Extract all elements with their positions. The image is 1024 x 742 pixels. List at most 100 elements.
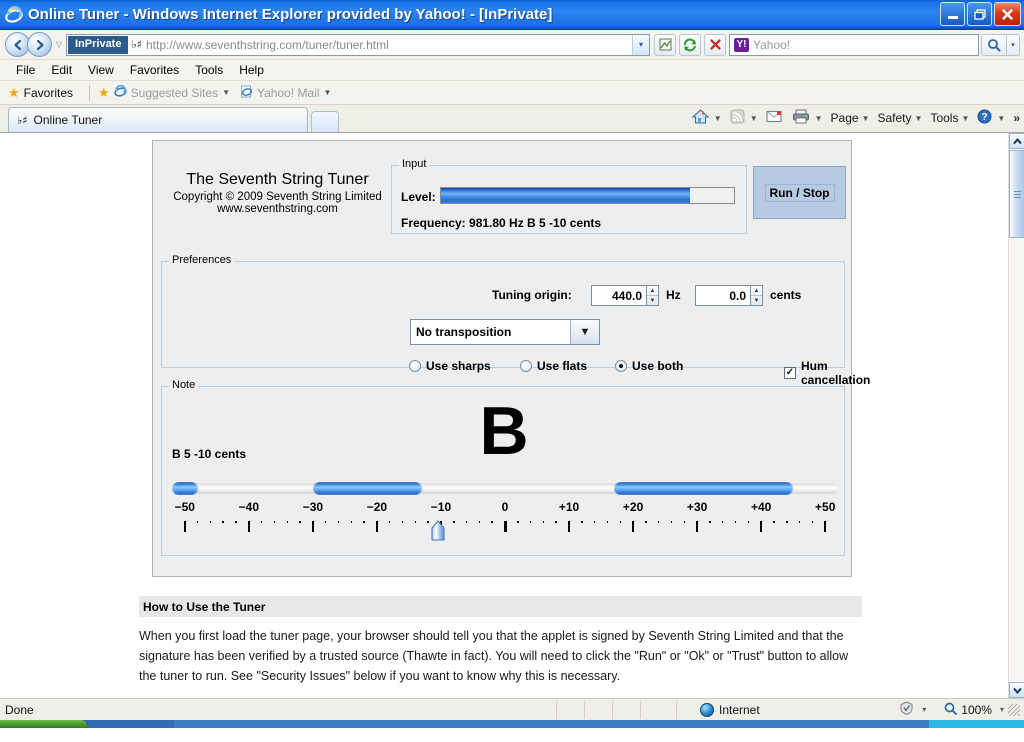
globe-icon xyxy=(700,702,714,717)
tuning-origin-hz-value[interactable]: 440.0 xyxy=(591,285,646,306)
refresh-icon[interactable] xyxy=(679,33,701,56)
page-menu-button[interactable]: Page ▼ xyxy=(828,109,873,127)
chevron-down-icon[interactable]: ▼ xyxy=(862,114,870,123)
start-button[interactable] xyxy=(0,720,88,728)
system-tray[interactable] xyxy=(929,720,1024,728)
search-input[interactable]: Y! Yahoo! xyxy=(729,33,979,56)
feeds-button[interactable]: ▼ xyxy=(727,107,761,129)
taskbar-button[interactable] xyxy=(424,720,674,728)
favorites-item-label: Suggested Sites xyxy=(130,85,219,100)
menu-item-tools[interactable]: Tools xyxy=(187,61,231,79)
protected-mode-icon[interactable] xyxy=(899,701,914,718)
read-mail-button[interactable] xyxy=(763,108,787,128)
recent-pages-dropdown-icon[interactable]: ▽ xyxy=(52,40,66,49)
chevron-down-icon[interactable]: ▼ xyxy=(961,114,969,123)
chevron-down-icon[interactable]: ▼ xyxy=(222,88,230,97)
scrollbar-thumb[interactable] xyxy=(1009,150,1024,238)
zoom-icon[interactable] xyxy=(944,702,958,718)
menu-item-help[interactable]: Help xyxy=(231,61,272,79)
favorites-star-icon[interactable]: ★ xyxy=(8,85,20,101)
cents-minor-tick xyxy=(453,521,455,523)
compatibility-view-icon[interactable] xyxy=(654,33,676,56)
radio-button-icon[interactable] xyxy=(520,360,532,372)
cents-major-tick xyxy=(632,521,634,532)
inprivate-badge: InPrivate xyxy=(68,35,129,54)
resize-grip-icon[interactable] xyxy=(1008,703,1020,716)
favorites-item-suggested-sites[interactable]: Suggested Sites ▼ xyxy=(114,84,230,101)
menu-item-file[interactable]: File xyxy=(8,61,43,79)
print-button[interactable]: ▼ xyxy=(789,107,826,129)
tab-online-tuner[interactable]: ♭♯ Online Tuner xyxy=(8,107,308,132)
scroll-up-button[interactable] xyxy=(1009,133,1024,149)
checkbox-hum-cancellation[interactable]: ✓ Hum cancellation xyxy=(784,359,870,387)
security-zone-indicator[interactable]: Internet xyxy=(700,702,760,717)
safety-menu-button[interactable]: Safety ▼ xyxy=(875,109,926,127)
zoom-level-label[interactable]: 100% xyxy=(961,703,992,717)
url-bar[interactable]: InPrivate ♭♯ http://www.seventhstring.co… xyxy=(66,33,650,56)
command-bar-overflow-icon[interactable]: » xyxy=(1013,111,1020,125)
cents-tick-label: −20 xyxy=(366,500,388,514)
cents-major-tick xyxy=(312,521,314,532)
tools-menu-button[interactable]: Tools ▼ xyxy=(927,109,972,127)
radio-button-selected-icon[interactable] xyxy=(615,360,627,372)
taskbar-button[interactable] xyxy=(674,720,929,728)
chevron-down-icon[interactable]: ▼ xyxy=(750,114,758,123)
radio-button-icon[interactable] xyxy=(409,360,421,372)
chevron-down-icon[interactable]: ▼ xyxy=(571,320,599,344)
transposition-select[interactable]: No transposition ▼ xyxy=(410,319,600,345)
cents-minor-tick xyxy=(209,521,212,523)
vertical-scrollbar[interactable] xyxy=(1008,133,1024,698)
hz-spinner-down-icon[interactable]: ▼ xyxy=(647,296,658,305)
menu-item-edit[interactable]: Edit xyxy=(43,61,80,79)
radio-use-flats[interactable]: Use flats xyxy=(520,359,587,373)
cents-tick-label: 0 xyxy=(501,500,509,514)
cents-major-tick xyxy=(760,521,762,532)
favorites-separator xyxy=(89,84,91,101)
radio-use-both[interactable]: Use both xyxy=(615,359,683,373)
page-menu-label: Page xyxy=(830,111,859,125)
tuning-origin-cents-stepper[interactable]: 0.0 ▲ ▼ xyxy=(695,285,763,306)
home-button[interactable]: ▼ xyxy=(689,107,725,129)
favorites-item-yahoo-mail[interactable]: Yahoo! Mail ▼ xyxy=(240,85,331,101)
checkbox-checked-icon[interactable]: ✓ xyxy=(784,367,796,379)
chevron-down-icon[interactable]: ▼ xyxy=(323,88,331,97)
forward-button[interactable] xyxy=(27,32,52,57)
tuning-origin-cents-value[interactable]: 0.0 xyxy=(695,285,750,306)
menu-bar: File Edit View Favorites Tools Help xyxy=(0,60,1024,81)
cents-spinner-buttons[interactable]: ▲ ▼ xyxy=(750,285,763,306)
favorites-label[interactable]: Favorites xyxy=(24,86,73,100)
chevron-down-icon[interactable]: ▼ xyxy=(915,114,923,123)
taskbar-button[interactable] xyxy=(88,720,174,728)
tuning-origin-hz-stepper[interactable]: 440.0 ▲ ▼ xyxy=(591,285,659,306)
status-separator xyxy=(676,701,677,719)
scroll-down-button[interactable] xyxy=(1009,682,1024,698)
minimize-button[interactable] xyxy=(940,2,965,26)
chevron-down-icon[interactable]: ▾ xyxy=(922,705,926,714)
hz-spinner-buttons[interactable]: ▲ ▼ xyxy=(646,285,659,306)
close-button[interactable] xyxy=(994,2,1021,26)
run-stop-button[interactable]: Run / Stop xyxy=(753,166,846,219)
chevron-down-icon[interactable]: ▾ xyxy=(1000,705,1004,714)
cents-spinner-up-icon[interactable]: ▲ xyxy=(751,286,762,296)
new-tab-button[interactable] xyxy=(311,111,339,132)
help-menu-button[interactable]: ? ▼ xyxy=(974,107,1008,129)
stop-icon[interactable] xyxy=(704,33,726,56)
hz-spinner-up-icon[interactable]: ▲ xyxy=(647,286,658,296)
search-options-dropdown-icon[interactable]: ▾ xyxy=(1007,33,1020,56)
search-go-icon[interactable] xyxy=(981,33,1007,56)
url-dropdown-icon[interactable]: ▾ xyxy=(632,34,649,55)
menu-item-favorites[interactable]: Favorites xyxy=(122,61,187,79)
menu-item-view[interactable]: View xyxy=(80,61,122,79)
cents-minor-tick xyxy=(786,521,788,523)
input-level-meter xyxy=(440,187,735,204)
add-to-favorites-bar-icon[interactable]: ★ xyxy=(98,85,110,101)
chevron-down-icon[interactable]: ▼ xyxy=(815,114,823,123)
chevron-down-icon[interactable]: ▼ xyxy=(997,114,1005,123)
chevron-down-icon[interactable]: ▼ xyxy=(714,114,722,123)
tuning-origin-label: Tuning origin: xyxy=(492,288,572,302)
taskbar-button[interactable] xyxy=(174,720,424,728)
cents-spinner-down-icon[interactable]: ▼ xyxy=(751,296,762,305)
printer-icon xyxy=(792,109,810,127)
radio-use-sharps[interactable]: Use sharps xyxy=(409,359,491,373)
restore-button[interactable] xyxy=(967,2,992,26)
